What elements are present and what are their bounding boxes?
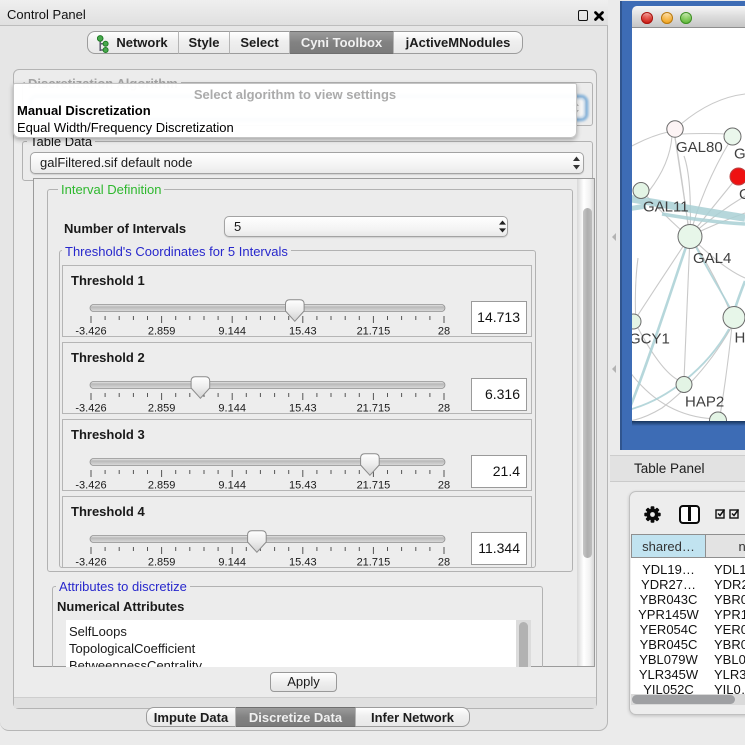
svg-text:HI: HI — [735, 330, 745, 347]
svg-text:28: 28 — [438, 326, 450, 338]
svg-text:GA: GA — [734, 146, 745, 163]
svg-text:9.144: 9.144 — [218, 557, 246, 569]
svg-text:21.715: 21.715 — [357, 326, 391, 338]
svg-text:-3.426: -3.426 — [75, 326, 106, 338]
svg-text:-3.426: -3.426 — [75, 557, 106, 569]
svg-text:G: G — [739, 186, 745, 203]
svg-text:GAL11: GAL11 — [643, 199, 689, 216]
svg-text:15.43: 15.43 — [289, 326, 317, 338]
svg-text:15.43: 15.43 — [289, 480, 317, 492]
svg-text:15.43: 15.43 — [289, 403, 317, 415]
svg-text:-3.426: -3.426 — [75, 480, 106, 492]
svg-text:21.715: 21.715 — [357, 480, 391, 492]
svg-text:GAL4: GAL4 — [693, 250, 731, 267]
svg-text:9.144: 9.144 — [218, 480, 246, 492]
svg-text:HAP2: HAP2 — [685, 394, 724, 411]
svg-text:2.859: 2.859 — [148, 480, 176, 492]
svg-text:15.43: 15.43 — [289, 557, 317, 569]
svg-text:9.144: 9.144 — [218, 326, 246, 338]
svg-text:28: 28 — [438, 480, 450, 492]
svg-text:-3.426: -3.426 — [75, 403, 106, 415]
svg-text:21.715: 21.715 — [357, 403, 391, 415]
svg-text:28: 28 — [438, 403, 450, 415]
svg-text:2.859: 2.859 — [148, 403, 176, 415]
svg-text:28: 28 — [438, 557, 450, 569]
svg-text:GCY1: GCY1 — [632, 331, 670, 348]
svg-text:9.144: 9.144 — [218, 403, 246, 415]
svg-text:2.859: 2.859 — [148, 557, 176, 569]
svg-text:GAL80: GAL80 — [676, 139, 723, 156]
svg-text:2.859: 2.859 — [148, 326, 176, 338]
svg-text:21.715: 21.715 — [357, 557, 391, 569]
